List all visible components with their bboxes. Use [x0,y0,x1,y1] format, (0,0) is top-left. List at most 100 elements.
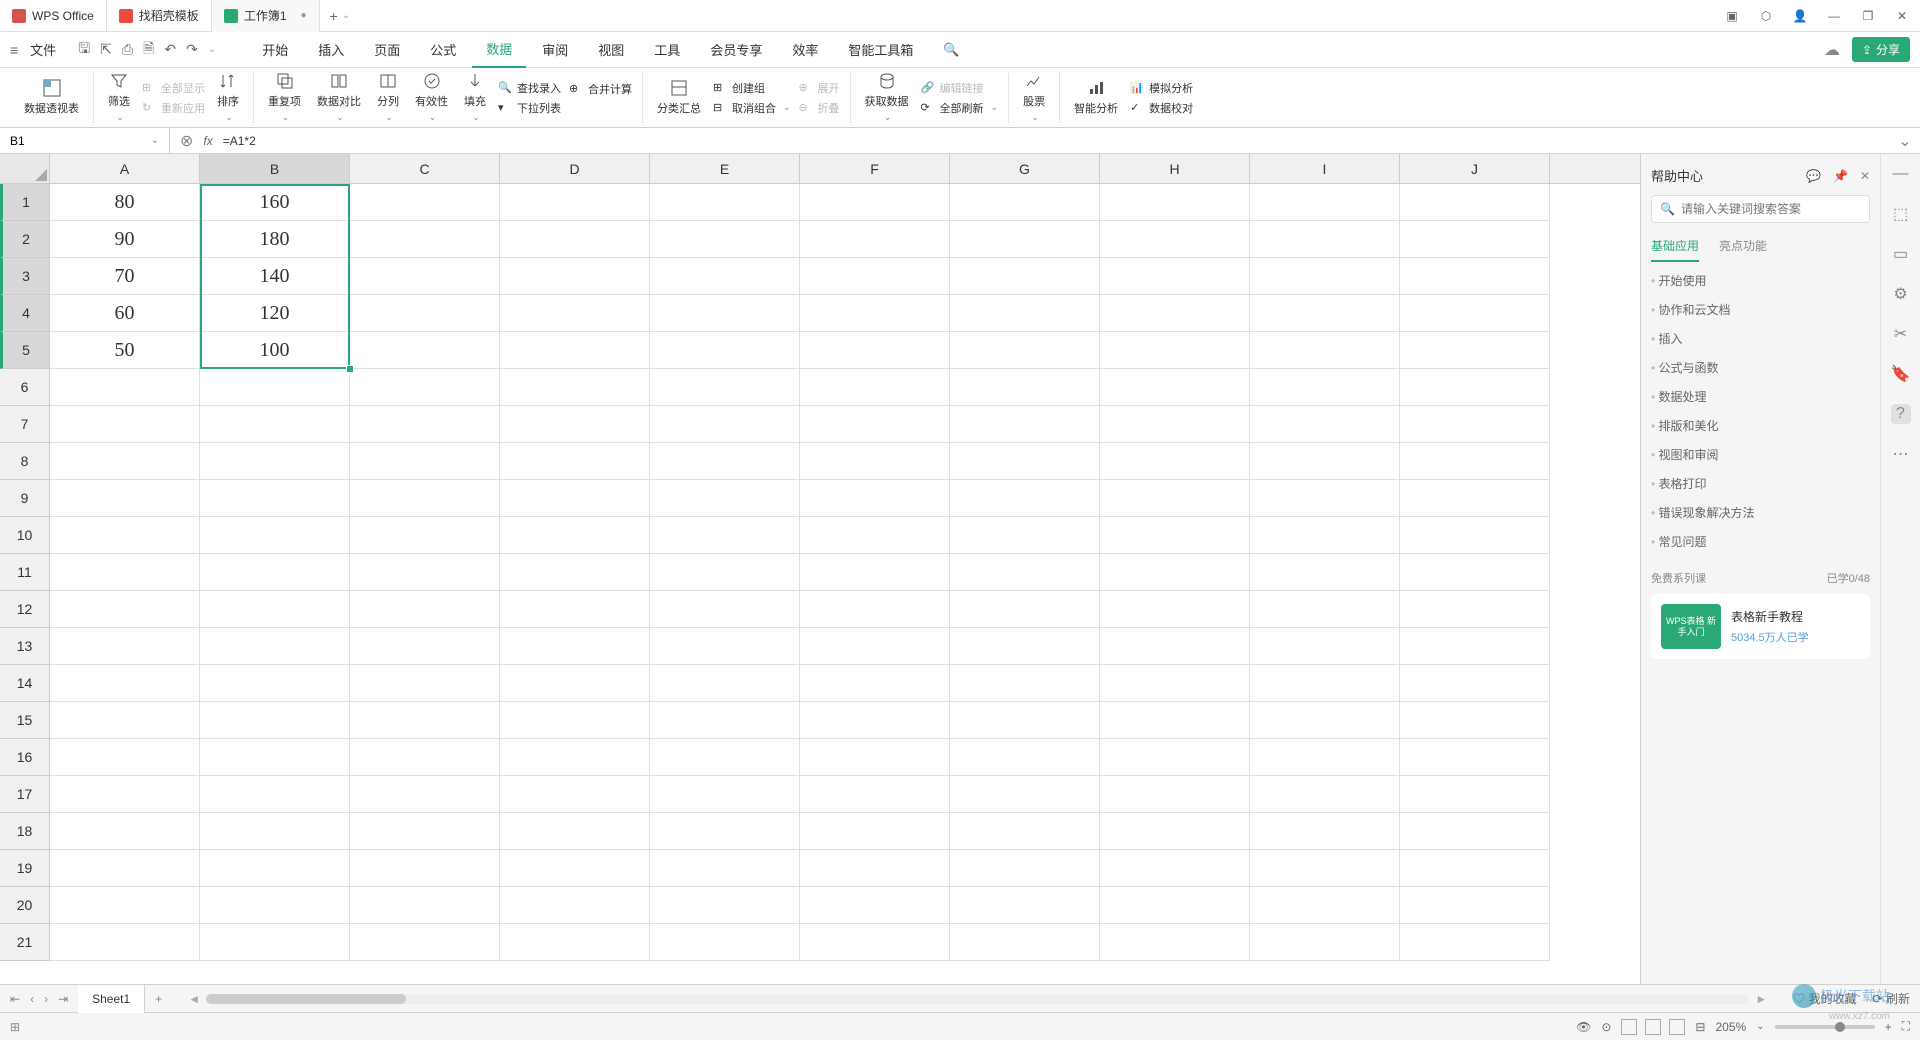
cell[interactable] [800,591,950,628]
help-item[interactable]: 公式与函数 [1651,359,1870,376]
row-header[interactable]: 5 [0,332,50,369]
cell[interactable] [50,665,200,702]
cell[interactable]: 50 [50,332,200,369]
cell[interactable] [950,480,1100,517]
row-header[interactable]: 7 [0,406,50,443]
cell[interactable] [1100,295,1250,332]
cell[interactable] [650,221,800,258]
tab-smart-toolbox[interactable]: 智能工具箱 [834,32,927,68]
cell[interactable] [650,813,800,850]
cell[interactable] [650,517,800,554]
row-header[interactable]: 1 [0,184,50,221]
stock-button[interactable]: 股票 [1019,70,1049,125]
fx-icon[interactable]: fx [203,134,212,148]
sheet-tab[interactable]: Sheet1 [78,985,145,1013]
cell[interactable] [200,591,350,628]
maximize-button[interactable]: ❐ [1860,8,1876,24]
cell[interactable] [950,221,1100,258]
cell[interactable] [1250,517,1400,554]
cell[interactable] [950,295,1100,332]
cell[interactable] [350,554,500,591]
row-header[interactable]: 2 [0,221,50,258]
help-item[interactable]: 数据处理 [1651,388,1870,405]
help-search-input[interactable] [1681,202,1861,216]
tab-review[interactable]: 审阅 [528,32,582,68]
column-header-j[interactable]: J [1400,154,1550,183]
cell[interactable] [200,924,350,961]
cloud-icon[interactable]: ☁ [1824,40,1840,60]
bookmark-rail-icon[interactable]: 🔖 [1891,364,1911,384]
tools-rail-icon[interactable]: ✂ [1891,324,1911,344]
cell[interactable] [500,702,650,739]
sort-button[interactable]: 排序 [213,70,243,125]
cell[interactable] [1250,184,1400,221]
chevron-down-icon[interactable]: ⌄ [1756,1021,1764,1032]
horizontal-scrollbar[interactable]: ◄ ► [182,992,1773,1006]
cell[interactable] [800,332,950,369]
ungroup-button[interactable]: ⊟取消组合 [713,100,791,116]
fill-button[interactable]: 填充 [460,70,490,125]
help-rail-icon[interactable]: ? [1891,404,1911,424]
tab-page[interactable]: 页面 [360,32,414,68]
cell[interactable] [350,332,500,369]
cell[interactable] [800,184,950,221]
cell[interactable] [1250,776,1400,813]
cell[interactable] [50,406,200,443]
cell[interactable] [1400,887,1550,924]
chevron-down-icon[interactable]: ⌄ [151,135,159,146]
subtotal-button[interactable]: 分类汇总 [653,77,705,118]
cell[interactable] [1250,443,1400,480]
cell[interactable] [350,480,500,517]
tab-tools[interactable]: 工具 [640,32,694,68]
cell[interactable] [1400,924,1550,961]
zoom-out-icon[interactable]: ⊟ [1695,1020,1705,1034]
cell[interactable] [350,628,500,665]
cell[interactable] [800,221,950,258]
cell[interactable] [200,739,350,776]
course-card[interactable]: WPS表格 新手入门 表格新手教程 5034.5万人已学 [1651,594,1870,659]
cell[interactable] [650,480,800,517]
cell[interactable] [1250,665,1400,702]
print-icon[interactable]: ⎙ [122,41,133,58]
column-header-a[interactable]: A [50,154,200,183]
cell[interactable] [1400,295,1550,332]
cell[interactable] [1100,332,1250,369]
cell[interactable] [1400,517,1550,554]
page-break-icon[interactable] [1669,1019,1685,1035]
cell[interactable] [200,628,350,665]
cell[interactable] [1100,665,1250,702]
cell[interactable] [950,443,1100,480]
cell[interactable] [1250,258,1400,295]
cell[interactable] [1100,813,1250,850]
help-item[interactable]: 协作和云文档 [1651,301,1870,318]
cell[interactable]: 80 [50,184,200,221]
find-input-button[interactable]: 🔍查找录入 [498,80,561,96]
cell[interactable] [1100,480,1250,517]
cell[interactable] [800,924,950,961]
cell[interactable] [650,591,800,628]
cell[interactable] [1100,628,1250,665]
cell[interactable] [650,332,800,369]
cell[interactable] [800,480,950,517]
column-header-e[interactable]: E [650,154,800,183]
tab-close-icon[interactable]: ● [301,10,307,21]
cell[interactable] [650,628,800,665]
data-compare-button[interactable]: 数据对比 [313,70,365,125]
row-header[interactable]: 16 [0,739,50,776]
cell[interactable] [1250,702,1400,739]
cell[interactable] [800,443,950,480]
cell[interactable] [50,554,200,591]
cell[interactable] [1100,776,1250,813]
cell[interactable]: 160 [200,184,350,221]
cell[interactable] [800,554,950,591]
cell[interactable] [650,406,800,443]
cell[interactable]: 90 [50,221,200,258]
select-all-button[interactable] [0,154,50,183]
consolidate-button[interactable]: ⊕合并计算 [569,81,632,97]
simulation-button[interactable]: 📊模拟分析 [1130,80,1193,96]
get-data-button[interactable]: 获取数据 [861,70,913,125]
cell[interactable] [950,406,1100,443]
cell[interactable] [1250,591,1400,628]
cell[interactable] [1400,184,1550,221]
cell[interactable]: 120 [200,295,350,332]
